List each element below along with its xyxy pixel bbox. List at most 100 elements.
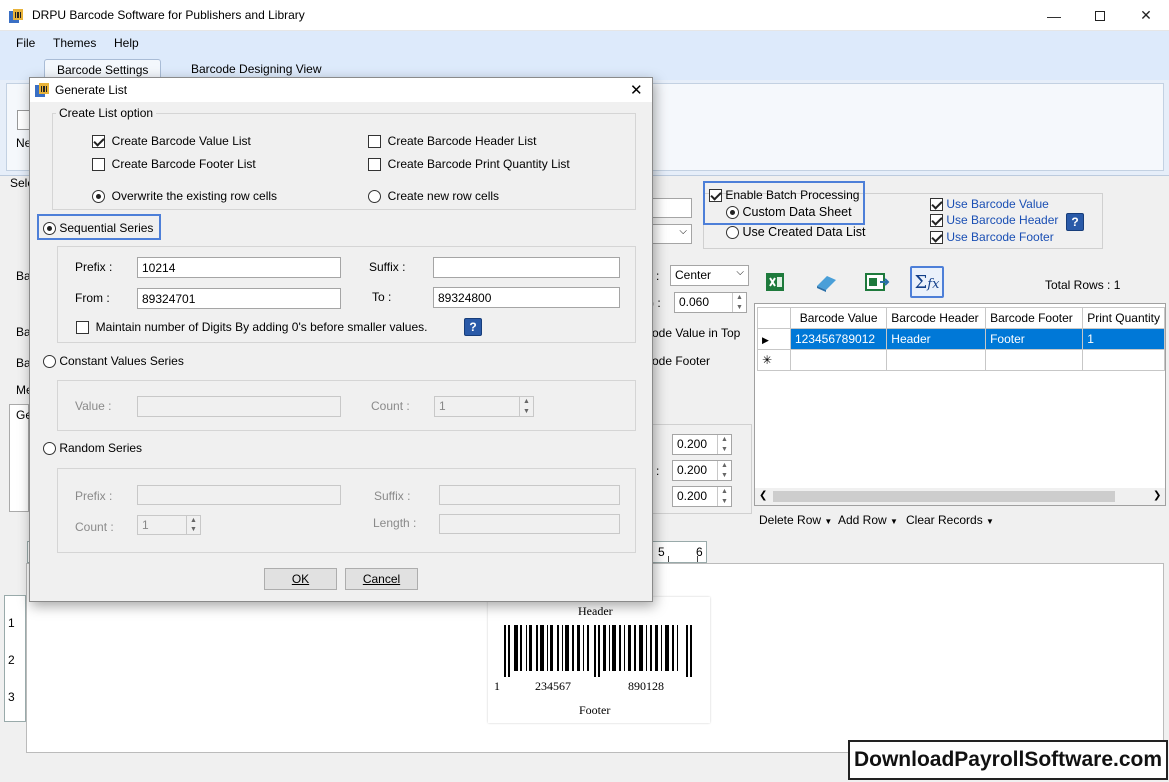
constant-count-stepper[interactable]: 1 ▲ ▼ xyxy=(434,396,534,417)
dialog-close-button[interactable]: ✕ xyxy=(630,81,643,99)
row-selector[interactable]: ▶ xyxy=(757,328,791,350)
margin-spin[interactable]: ▲ ▼ xyxy=(717,461,731,480)
count-spin[interactable]: ▲ ▼ xyxy=(519,397,533,416)
enable-batch-checkbox[interactable] xyxy=(709,189,722,203)
custom-data-sheet-radio[interactable] xyxy=(726,206,739,220)
export-excel-button[interactable] xyxy=(860,266,894,298)
margin-stepper[interactable]: 0.200 ▲ ▼ xyxy=(672,460,732,481)
height-stepper[interactable]: 0.060 ▲ ▼ xyxy=(674,292,747,313)
table-cell[interactable]: 123456789012 xyxy=(789,328,888,350)
custom-data-sheet-option[interactable]: Custom Data Sheet xyxy=(726,205,852,220)
random-prefix-input[interactable] xyxy=(137,485,341,505)
table-cell[interactable]: Footer xyxy=(985,328,1084,350)
formula-button[interactable]: Σfx xyxy=(910,266,944,298)
data-table: Barcode Value Barcode Header Barcode Foo… xyxy=(757,307,1165,371)
caret-down-icon: ▼ xyxy=(890,517,898,526)
margin-spin[interactable]: ▲ ▼ xyxy=(717,487,731,506)
height-spin[interactable]: ▲ ▼ xyxy=(732,293,746,312)
prefix-input[interactable] xyxy=(137,257,341,278)
constant-value-input[interactable] xyxy=(137,396,341,417)
create-new-rows-radio[interactable] xyxy=(368,190,381,204)
barcode-preview[interactable]: Header 1 234567 890128 Footer xyxy=(488,597,710,723)
random-series-radio[interactable] xyxy=(43,442,56,456)
table-cell[interactable] xyxy=(789,349,888,371)
table-cell[interactable]: 1 xyxy=(1082,328,1165,350)
constant-series-option[interactable]: Constant Values Series xyxy=(43,354,184,369)
help-icon[interactable]: ? xyxy=(464,318,482,336)
create-new-rows-option[interactable]: Create new row cells xyxy=(368,189,499,204)
column-header[interactable]: Print Quantity xyxy=(1082,307,1165,329)
overwrite-radio[interactable] xyxy=(92,190,105,204)
use-created-data-list-radio[interactable] xyxy=(726,226,739,240)
use-barcode-footer-label: Use Barcode Footer xyxy=(946,230,1054,244)
create-print-qty-list-checkbox[interactable] xyxy=(368,158,381,172)
random-count-stepper[interactable]: 1 ▲ ▼ xyxy=(137,515,201,535)
sequential-series-radio[interactable] xyxy=(43,222,56,236)
use-barcode-value-option[interactable]: Use Barcode Value xyxy=(930,197,1049,212)
import-excel-button[interactable] xyxy=(758,266,792,298)
table-cell[interactable] xyxy=(1082,349,1165,371)
to-input[interactable] xyxy=(433,287,620,308)
behind-dropdown[interactable]: ⌵ xyxy=(652,224,692,244)
eraser-icon xyxy=(817,276,836,292)
delete-row-button[interactable]: Delete Row ▼ xyxy=(759,513,832,527)
use-barcode-footer-checkbox[interactable] xyxy=(930,231,943,245)
random-length-input[interactable] xyxy=(439,514,620,534)
create-value-list-checkbox[interactable] xyxy=(92,135,105,149)
sequential-series-option[interactable]: Sequential Series xyxy=(43,221,153,236)
scroll-right-icon[interactable]: ❯ xyxy=(1153,490,1161,501)
menu-file[interactable]: File xyxy=(16,36,35,50)
cancel-button[interactable]: Cancel xyxy=(345,568,418,590)
column-header[interactable]: Barcode Header xyxy=(886,307,987,329)
use-barcode-header-checkbox[interactable] xyxy=(930,214,943,228)
use-barcode-value-checkbox[interactable] xyxy=(930,198,943,212)
scroll-left-icon[interactable]: ❮ xyxy=(759,490,767,501)
menu-help[interactable]: Help xyxy=(114,36,139,50)
column-header[interactable]: Barcode Value xyxy=(789,307,888,329)
behind-field[interactable] xyxy=(652,198,692,218)
from-input[interactable] xyxy=(137,288,341,309)
create-value-list-option[interactable]: Create Barcode Value List xyxy=(92,134,251,149)
table-new-row[interactable]: ✳ xyxy=(757,349,1165,371)
table-cell[interactable] xyxy=(886,349,987,371)
add-row-button[interactable]: Add Row ▼ xyxy=(838,513,898,527)
constant-series-radio[interactable] xyxy=(43,355,56,369)
create-footer-list-checkbox[interactable] xyxy=(92,158,105,172)
clear-records-button[interactable]: Clear Records ▼ xyxy=(906,513,994,527)
use-barcode-footer-option[interactable]: Use Barcode Footer xyxy=(930,230,1054,245)
alignment-dropdown[interactable]: Center ⌵ xyxy=(670,265,749,286)
enable-batch-processing[interactable]: Enable Batch Processing xyxy=(709,188,859,203)
margin-stepper[interactable]: 0.200 ▲ ▼ xyxy=(672,434,732,455)
use-created-data-list-option[interactable]: Use Created Data List xyxy=(726,225,865,240)
maintain-digits-option[interactable]: Maintain number of Digits By adding 0's … xyxy=(76,320,427,335)
ok-label: OK xyxy=(291,572,310,586)
random-series-option[interactable]: Random Series xyxy=(43,441,142,456)
maintain-digits-checkbox[interactable] xyxy=(76,321,89,335)
create-header-list-checkbox[interactable] xyxy=(368,135,381,149)
suffix-input[interactable] xyxy=(433,257,620,278)
create-header-list-option[interactable]: Create Barcode Header List xyxy=(368,134,536,149)
minimize-button[interactable]: — xyxy=(1031,0,1077,31)
use-barcode-header-option[interactable]: Use Barcode Header xyxy=(930,213,1058,228)
overwrite-option[interactable]: Overwrite the existing row cells xyxy=(92,189,277,204)
create-print-qty-list-option[interactable]: Create Barcode Print Quantity List xyxy=(368,157,570,172)
colon-label: : xyxy=(656,464,660,478)
scroll-thumb[interactable] xyxy=(773,491,1115,502)
count-spin[interactable]: ▲ ▼ xyxy=(186,516,200,534)
chevron-down-icon: ⌵ xyxy=(679,226,687,237)
maximize-button[interactable] xyxy=(1077,0,1123,31)
ok-button[interactable]: OK xyxy=(264,568,337,590)
column-header[interactable]: Barcode Footer xyxy=(985,307,1084,329)
menu-themes[interactable]: Themes xyxy=(53,36,96,50)
eraser-button[interactable] xyxy=(810,266,844,298)
table-cell[interactable]: Header xyxy=(886,328,987,350)
table-row[interactable]: ▶ 123456789012 Header Footer 1 xyxy=(757,328,1165,350)
horizontal-scrollbar[interactable]: ❮ ❯ xyxy=(755,488,1165,505)
help-icon[interactable]: ? xyxy=(1066,213,1084,231)
random-suffix-input[interactable] xyxy=(439,485,620,505)
margin-stepper[interactable]: 0.200 ▲ ▼ xyxy=(672,486,732,507)
create-footer-list-option[interactable]: Create Barcode Footer List xyxy=(92,157,256,172)
table-cell[interactable] xyxy=(985,349,1084,371)
close-window-button[interactable]: ✕ xyxy=(1123,0,1169,31)
margin-spin[interactable]: ▲ ▼ xyxy=(717,435,731,454)
